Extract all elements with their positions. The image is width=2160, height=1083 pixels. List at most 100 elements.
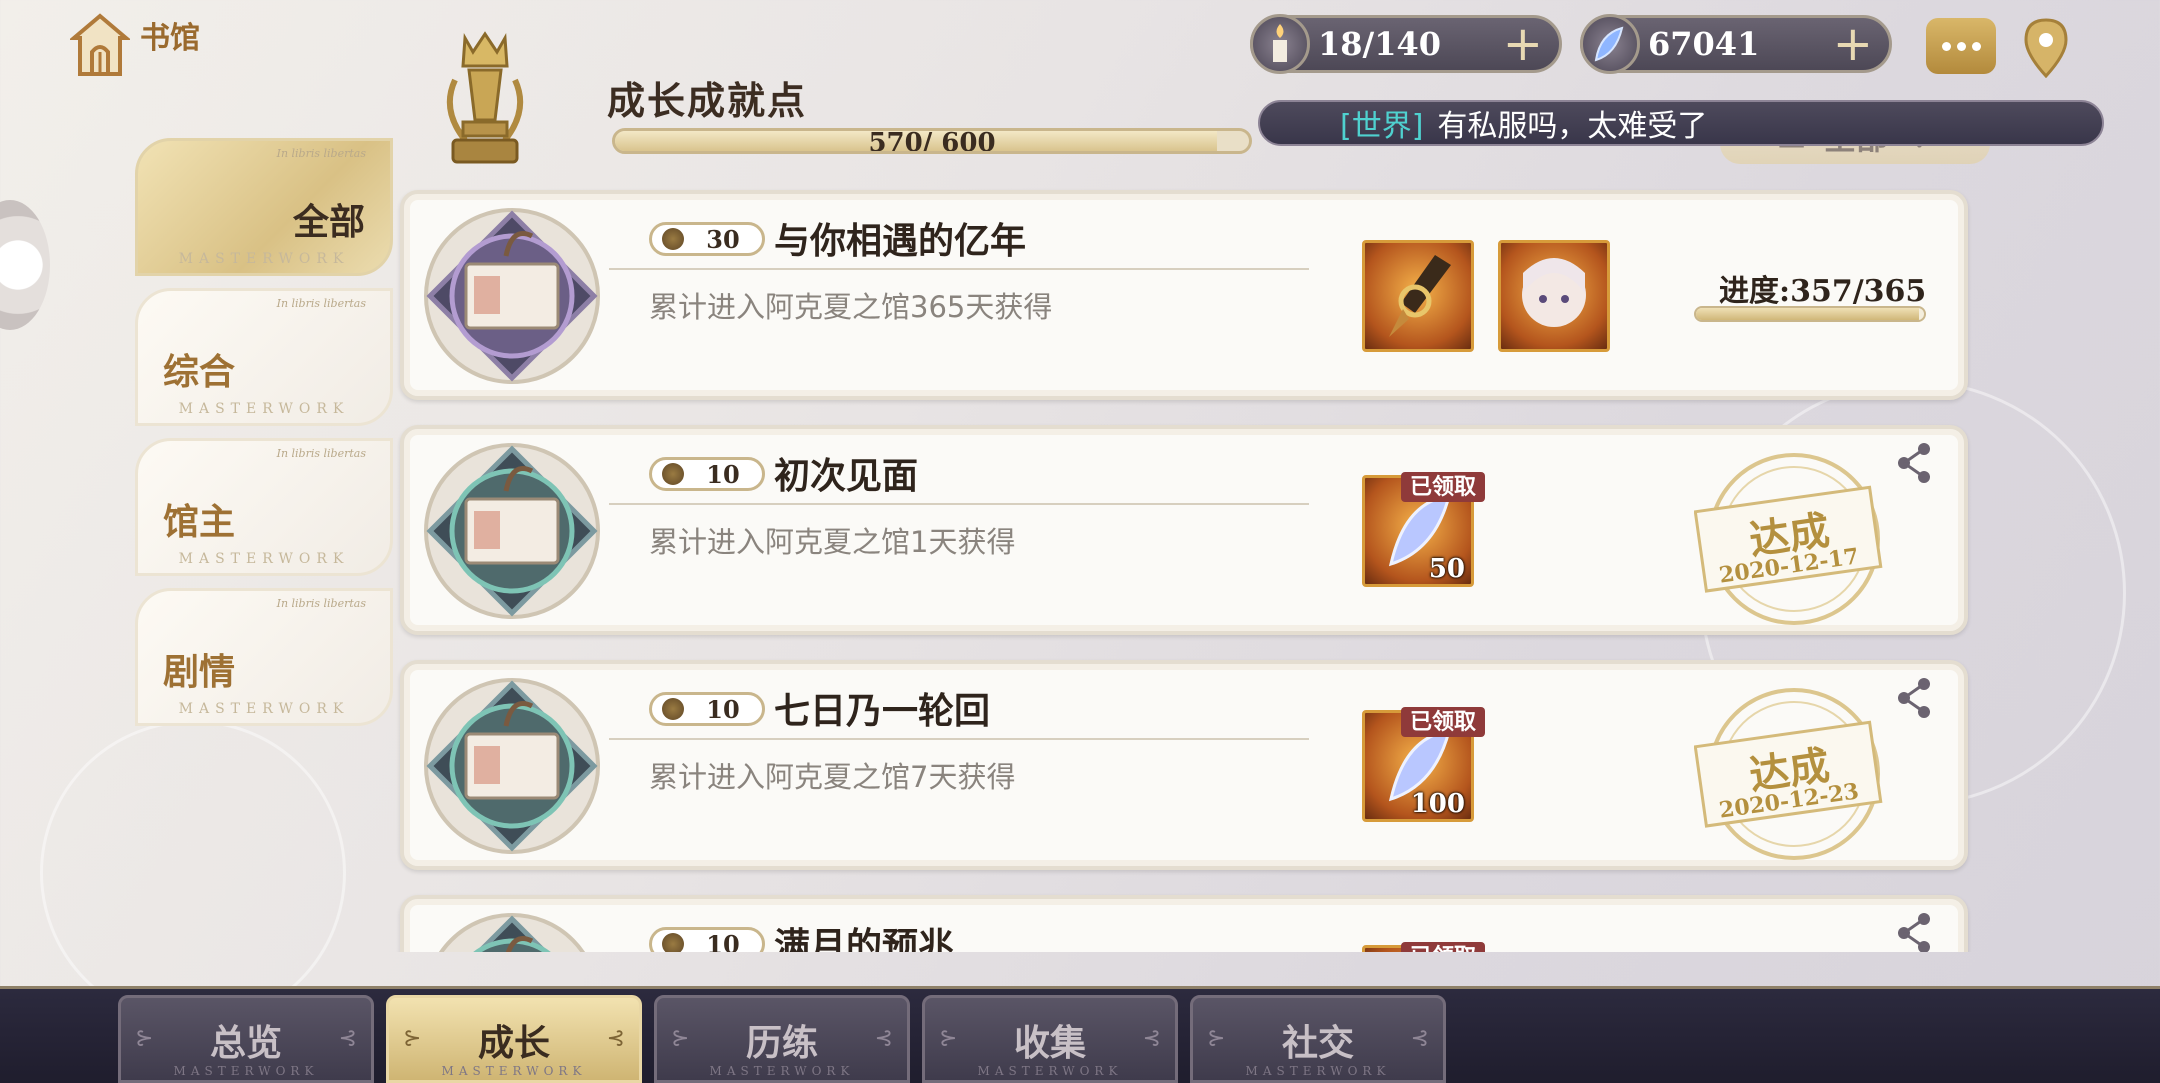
- points-icon: [662, 698, 684, 720]
- tab-label: 社交: [1281, 1022, 1354, 1064]
- achievement-card[interactable]: 10 七日乃一轮回 累计进入阿克夏之馆7天获得 已领取 100 达成 2020-…: [400, 660, 1968, 870]
- chat-dot-icon: [1956, 41, 1966, 51]
- divider: [609, 738, 1309, 740]
- side-tab-curator[interactable]: In libris libertas 馆主 MASTERWORK: [135, 438, 393, 576]
- side-tab-all[interactable]: In libris libertas 全部 MASTERWORK: [135, 138, 393, 276]
- growth-progress-text: 570/ 600: [868, 128, 996, 154]
- ornament-right-icon: ⊰: [1410, 1026, 1429, 1051]
- achievement-progress-fill: [1696, 308, 1919, 320]
- tab-label: 历练: [745, 1022, 818, 1064]
- chat-dot-icon: [1971, 41, 1981, 51]
- achievement-progress-bar: [1694, 306, 1926, 322]
- achievement-description: 累计进入阿克夏之馆365天获得: [649, 290, 1053, 324]
- side-tab-label: 全部: [292, 201, 365, 243]
- achievement-card[interactable]: 30 与你相遇的亿年 累计进入阿克夏之馆365天获得 进度:357/365: [400, 190, 1968, 400]
- points-badge: 30: [649, 222, 765, 256]
- id-card-badge-icon: [424, 678, 600, 854]
- claimed-tag: 已领取: [1401, 472, 1485, 502]
- id-card-badge-icon: [438, 913, 586, 952]
- side-tab-label: 剧情: [163, 651, 236, 693]
- reward-item-avatar[interactable]: [1498, 240, 1610, 352]
- side-tab-subtitle: MASTERWORK: [178, 551, 350, 567]
- points-icon: [662, 228, 684, 250]
- side-tab-label: 馆主: [163, 501, 236, 543]
- ornament-right-icon: ⊰: [606, 1026, 625, 1051]
- divider: [609, 503, 1309, 505]
- home-button[interactable]: 书馆: [70, 12, 200, 78]
- side-tab-motto: In libris libertas: [276, 297, 366, 310]
- claimed-tag: 已领取: [1401, 942, 1485, 952]
- tab-subtitle: MASTERWORK: [709, 1064, 855, 1078]
- id-card-badge-icon: [424, 208, 600, 384]
- ornament-right-icon: ⊰: [338, 1026, 357, 1051]
- ornament-right-icon: ⊰: [1142, 1026, 1161, 1051]
- world-chat-channel: [世界]: [1340, 109, 1424, 144]
- tab-growth[interactable]: ⊱ 成长 ⊰ MASTERWORK: [386, 995, 642, 1083]
- reward-item-feather[interactable]: 已领取 50: [1362, 472, 1485, 587]
- points-value: 10: [706, 459, 740, 489]
- world-chat-bar[interactable]: [世界] 有私服吗，太难受了: [1258, 100, 2104, 146]
- location-pin-icon[interactable]: [2022, 18, 2070, 78]
- character-portrait-icon: [1522, 258, 1586, 327]
- growth-progress-bar: 570/ 600: [612, 128, 1252, 154]
- tab-label: 收集: [1013, 1022, 1086, 1064]
- library-home-icon: [70, 13, 130, 76]
- share-icon[interactable]: [1894, 441, 1934, 485]
- candle-icon: [1250, 14, 1310, 74]
- achievement-card[interactable]: 10 初次见面 累计进入阿克夏之馆1天获得 已领取 50 达成 2020-12-…: [400, 425, 1968, 635]
- points-badge: 10: [649, 692, 765, 726]
- add-crystal-button[interactable]: +: [1833, 20, 1873, 68]
- side-tab-motto: In libris libertas: [276, 447, 366, 460]
- divider: [609, 268, 1309, 270]
- reward-item-feather[interactable]: 已领取 100: [1362, 707, 1485, 822]
- achievement-title: 初次见面: [774, 455, 919, 497]
- tab-overview[interactable]: ⊱ 总览 ⊰ MASTERWORK: [118, 995, 374, 1083]
- achievement-list[interactable]: 30 与你相遇的亿年 累计进入阿克夏之馆365天获得 进度:357/365 10…: [390, 180, 1980, 952]
- points-badge: 10: [649, 927, 765, 952]
- tab-label: 成长: [477, 1022, 550, 1064]
- points-icon: [662, 933, 684, 952]
- add-stamina-button[interactable]: +: [1503, 20, 1543, 68]
- ornament-right-icon: ⊰: [874, 1026, 893, 1051]
- achievement-title: 满月的预兆: [774, 925, 955, 952]
- world-chat-message: 有私服吗，太难受了: [1437, 109, 1708, 144]
- share-icon[interactable]: [1894, 676, 1934, 720]
- trophy-icon: [446, 31, 524, 164]
- dagger-icon: [1389, 255, 1451, 337]
- chat-button[interactable]: [1926, 18, 1996, 74]
- achievement-description: 累计进入阿克夏之馆1天获得: [649, 525, 1016, 559]
- side-tab-subtitle: MASTERWORK: [178, 401, 350, 417]
- side-tab-motto: In libris libertas: [276, 147, 366, 160]
- growth-points-title: 成长成就点: [607, 78, 808, 123]
- side-tab-general[interactable]: In libris libertas 综合 MASTERWORK: [135, 288, 393, 426]
- feather-crystal-icon: [1580, 14, 1640, 74]
- home-label: 书馆: [140, 21, 200, 56]
- points-icon: [662, 463, 684, 485]
- crystal-value: 67041: [1648, 25, 1760, 63]
- tab-label: 总览: [209, 1022, 282, 1064]
- reward-count: 100: [1410, 789, 1465, 819]
- tab-training[interactable]: ⊱ 历练 ⊰ MASTERWORK: [654, 995, 910, 1083]
- panda-mascot-avatar[interactable]: [0, 200, 50, 330]
- stamina-value: 18/140: [1318, 25, 1442, 63]
- side-tab-motto: In libris libertas: [276, 597, 366, 610]
- points-value: 10: [706, 929, 740, 953]
- bottom-nav: ⊱ 总览 ⊰ MASTERWORK ⊱ 成长 ⊰ MASTERWORK ⊱ 历练…: [0, 986, 2160, 1083]
- achievement-card[interactable]: 10 满月的预兆 已领取: [400, 895, 1968, 952]
- points-value: 10: [706, 694, 740, 724]
- side-tab-story[interactable]: In libris libertas 剧情 MASTERWORK: [135, 588, 393, 726]
- points-value: 30: [706, 224, 740, 254]
- share-icon[interactable]: [1894, 911, 1934, 952]
- reward-item-dagger[interactable]: [1362, 240, 1474, 352]
- achievement-progress-label: 进度:357/365: [1719, 274, 1927, 309]
- tab-subtitle: MASTERWORK: [977, 1064, 1123, 1078]
- reward-item-feather[interactable]: 已领取: [1362, 942, 1485, 952]
- tab-collection[interactable]: ⊱ 收集 ⊰ MASTERWORK: [922, 995, 1178, 1083]
- chat-dot-icon: [1941, 41, 1951, 51]
- points-badge: 10: [649, 457, 765, 491]
- side-tab-subtitle: MASTERWORK: [178, 251, 350, 267]
- tab-subtitle: MASTERWORK: [441, 1064, 587, 1078]
- completed-stamp: 达成 2020-12-23: [1694, 684, 1884, 864]
- tab-social[interactable]: ⊱ 社交 ⊰ MASTERWORK: [1190, 995, 1446, 1083]
- reward-count: 50: [1428, 554, 1465, 584]
